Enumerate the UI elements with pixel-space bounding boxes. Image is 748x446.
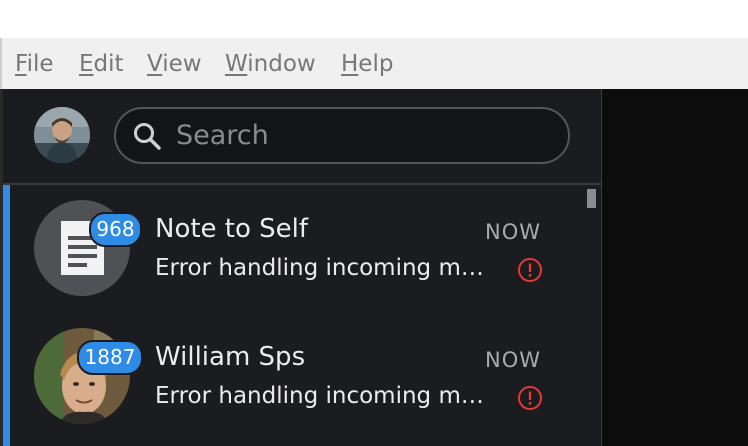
search-icon	[134, 123, 161, 150]
menu-view[interactable]: View	[147, 49, 202, 79]
profile-avatar[interactable]	[34, 107, 90, 163]
conversation-name: Note to Self	[155, 214, 309, 244]
conversation-time: NOW	[484, 220, 541, 244]
menu-bar: File Edit View Window Help	[0, 38, 748, 89]
search-box[interactable]	[114, 107, 570, 164]
conversation-preview: Error handling incoming message	[155, 255, 497, 281]
conversation-name: William Sps	[155, 342, 306, 372]
window-titlebar	[0, 0, 748, 38]
conversation-item-note-to-self[interactable]: 968 Note to Self NOW Error handling inco…	[10, 185, 585, 313]
error-icon	[518, 258, 542, 282]
profile-photo	[34, 107, 90, 163]
error-icon	[518, 386, 542, 410]
selection-indicator	[3, 185, 10, 446]
unread-badge: 968	[89, 212, 142, 247]
scrollbar-thumb[interactable]	[587, 189, 596, 208]
menu-help[interactable]: Help	[341, 49, 393, 79]
conversation-time: NOW	[484, 348, 541, 372]
conversation-view-pane	[601, 89, 748, 446]
conversation-item-william-sps[interactable]: 1887 William Sps NOW Error handling inco…	[10, 313, 585, 441]
menu-window[interactable]: Window	[225, 49, 316, 79]
menu-file[interactable]: File	[15, 49, 54, 79]
unread-badge: 1887	[77, 340, 143, 375]
menu-edit[interactable]: Edit	[79, 49, 124, 79]
conversation-preview: Error handling incoming message	[155, 383, 497, 409]
search-input[interactable]	[176, 117, 536, 153]
